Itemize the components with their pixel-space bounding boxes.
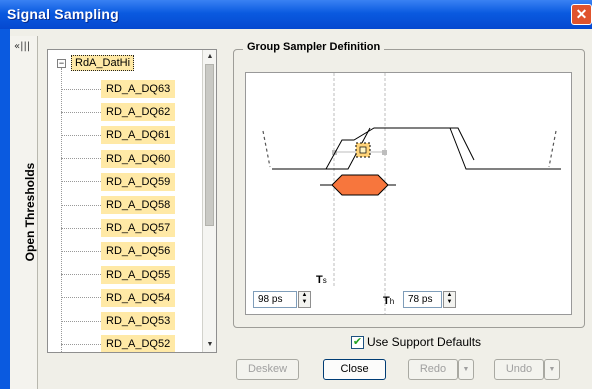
tree-item-label[interactable]: RD_A_DQ63 bbox=[101, 80, 176, 98]
scrollbar-thumb[interactable] bbox=[205, 64, 214, 226]
tree-root-label[interactable]: RdA_DatHi bbox=[71, 55, 135, 71]
use-support-defaults[interactable]: ✔ Use Support Defaults bbox=[351, 335, 481, 349]
tree-item[interactable]: RD_A_DQ54 bbox=[61, 288, 176, 308]
sampler-window-shape[interactable] bbox=[331, 174, 389, 196]
tree-item[interactable]: RD_A_DQ60 bbox=[61, 149, 176, 169]
scroll-down-icon[interactable]: ▼ bbox=[204, 339, 216, 351]
redo-dropdown-icon[interactable]: ▼ bbox=[458, 359, 474, 380]
th-label: Th bbox=[383, 295, 395, 307]
tree-item[interactable]: RD_A_DQ55 bbox=[61, 265, 176, 285]
open-thresholds-label[interactable]: Open Thresholds bbox=[23, 163, 37, 262]
th-stepper[interactable]: ▲ ▼ bbox=[443, 291, 456, 308]
tree-item-label[interactable]: RD_A_DQ58 bbox=[101, 196, 176, 214]
tree-item-label[interactable]: RD_A_DQ54 bbox=[101, 288, 176, 307]
window-title: Signal Sampling bbox=[7, 6, 119, 22]
close-icon: ✕ bbox=[575, 6, 588, 22]
collapse-panel-icon[interactable]: «||| bbox=[14, 41, 30, 52]
tree-connector bbox=[61, 134, 101, 136]
tree-connector bbox=[61, 204, 101, 206]
tree-connector bbox=[61, 88, 101, 90]
collapse-node-icon[interactable]: − bbox=[57, 58, 66, 68]
tree-item[interactable]: RD_A_DQ61 bbox=[61, 125, 176, 145]
use-support-defaults-checkbox[interactable]: ✔ bbox=[351, 335, 364, 349]
tree-item[interactable]: RD_A_DQ62 bbox=[61, 102, 176, 122]
tree-connector bbox=[61, 181, 101, 183]
tree-item-label[interactable]: RD_A_DQ52 bbox=[101, 335, 176, 352]
tree-item[interactable]: RD_A_DQ56 bbox=[61, 241, 176, 261]
tree-item-label[interactable]: RD_A_DQ55 bbox=[101, 265, 176, 284]
undo-button[interactable]: Undo bbox=[494, 359, 544, 380]
tree-item[interactable]: RD_A_DQ63 bbox=[61, 79, 176, 99]
ts-stepper[interactable]: ▲ ▼ bbox=[298, 291, 311, 308]
tree-item-label[interactable]: RD_A_DQ57 bbox=[101, 219, 176, 238]
tree-connector bbox=[61, 274, 101, 276]
tree-connector bbox=[61, 250, 101, 252]
ts-value-field[interactable]: 98 ps bbox=[253, 291, 297, 308]
tree-connector bbox=[61, 320, 101, 322]
use-support-defaults-label[interactable]: Use Support Defaults bbox=[367, 335, 481, 349]
close-window-button[interactable]: ✕ bbox=[571, 4, 592, 25]
group-title: Group Sampler Definition bbox=[243, 41, 385, 53]
tree-item-label[interactable]: RD_A_DQ59 bbox=[101, 172, 176, 191]
scroll-up-icon[interactable]: ▲ bbox=[204, 51, 216, 63]
tree-scrollbar[interactable]: ▲ ▼ bbox=[202, 50, 216, 352]
tree-item[interactable]: RD_A_DQ53 bbox=[61, 311, 176, 331]
tree-item[interactable]: RD_A_DQ59 bbox=[61, 172, 176, 192]
tree-connector bbox=[61, 343, 101, 345]
undo-dropdown-icon[interactable]: ▼ bbox=[544, 359, 560, 380]
tree-item[interactable]: RD_A_DQ52 bbox=[61, 334, 176, 352]
tree-connector bbox=[61, 111, 101, 113]
tree-item-label[interactable]: RD_A_DQ61 bbox=[101, 126, 176, 145]
tree-item-label[interactable]: RD_A_DQ56 bbox=[101, 242, 176, 261]
signal-tree[interactable]: − RdA_DatHi RD_A_DQ63 RD_A_DQ62 RD_A_DQ61 R… bbox=[47, 49, 217, 353]
tree-connector bbox=[61, 297, 101, 299]
tree-item[interactable]: RD_A_DQ58 bbox=[61, 195, 176, 215]
title-bar: Signal Sampling ✕ bbox=[0, 0, 592, 29]
tree-item-label[interactable]: RD_A_DQ53 bbox=[101, 312, 176, 330]
tree-item[interactable]: RD_A_DQ57 bbox=[61, 218, 176, 238]
close-button[interactable]: Close bbox=[323, 359, 386, 380]
th-handle[interactable] bbox=[382, 150, 387, 155]
tree-item-label[interactable]: RD_A_DQ60 bbox=[101, 149, 176, 168]
tree-connector bbox=[61, 227, 101, 229]
redo-button[interactable]: Redo bbox=[408, 359, 458, 380]
timing-diagram[interactable] bbox=[245, 72, 572, 315]
ts-label: Ts bbox=[316, 274, 327, 286]
window-left-border bbox=[0, 29, 10, 389]
deskew-button[interactable]: Deskew bbox=[236, 359, 299, 380]
th-value-field[interactable]: 78 ps bbox=[403, 291, 442, 308]
tree-connector bbox=[61, 158, 101, 160]
tree-root[interactable]: − RdA_DatHi bbox=[57, 55, 135, 71]
tree-item-label[interactable]: RD_A_DQ62 bbox=[101, 103, 176, 122]
